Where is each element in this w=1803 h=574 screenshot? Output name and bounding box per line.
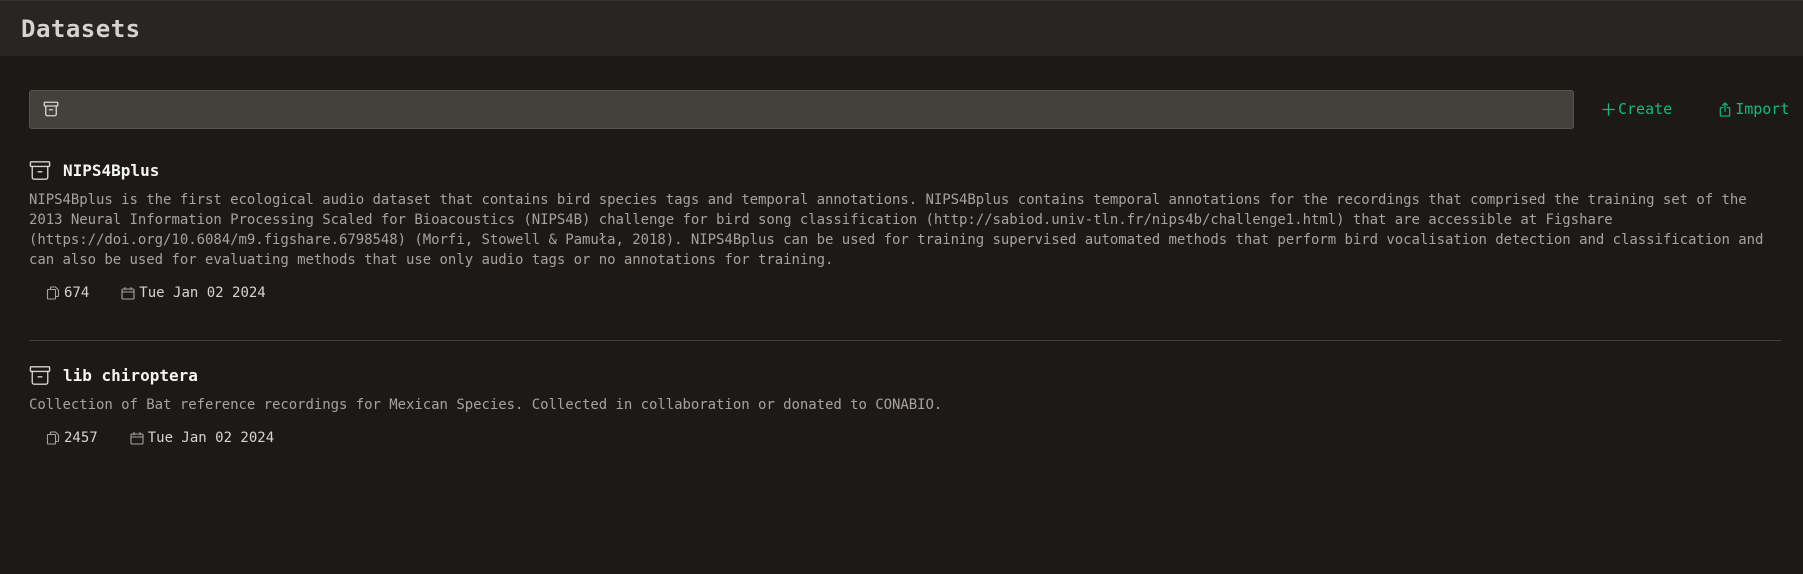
upload-icon (1718, 101, 1732, 117)
dataset-title-row: lib chiroptera (29, 365, 1780, 386)
copy-icon (46, 286, 60, 300)
toolbar: Create Import (29, 89, 1803, 129)
import-label: Import (1735, 100, 1790, 118)
dataset-meta: 674 Tue Jan 02 2024 (46, 285, 1780, 301)
page-header: Datasets (0, 0, 1803, 56)
archive-icon (29, 365, 51, 386)
calendar-icon (121, 286, 135, 300)
dataset-date-value: Tue Jan 02 2024 (147, 430, 275, 446)
dataset-description: NIPS4Bplus is the first ecological audio… (29, 192, 1764, 268)
archive-icon (42, 100, 60, 118)
dataset-title[interactable]: NIPS4Bplus (63, 161, 159, 180)
search-input[interactable] (68, 100, 1573, 118)
recording-count: 674 (46, 285, 89, 301)
recording-count-value: 674 (64, 285, 90, 301)
dataset-title[interactable]: lib chiroptera (63, 366, 198, 385)
create-label: Create (1618, 100, 1673, 118)
search-bar[interactable] (29, 89, 1574, 129)
plus-icon (1602, 102, 1615, 116)
calendar-icon (130, 431, 144, 445)
dataset-item: NIPS4Bplus NIPS4Bplus is the first ecolo… (29, 160, 1780, 301)
dataset-date-value: Tue Jan 02 2024 (139, 285, 266, 301)
recording-count: 2457 (46, 430, 98, 446)
dataset-date: Tue Jan 02 2024 (130, 430, 274, 446)
page-title: Datasets (21, 14, 141, 43)
dataset-date: Tue Jan 02 2024 (121, 285, 266, 301)
copy-icon (46, 431, 60, 445)
dataset-title-row: NIPS4Bplus (29, 160, 1780, 181)
dataset-item: lib chiroptera Collection of Bat referen… (29, 365, 1780, 446)
dataset-description: Collection of Bat reference recordings f… (29, 397, 943, 413)
recording-count-value: 2457 (64, 430, 98, 446)
dataset-meta: 2457 Tue Jan 02 2024 (46, 430, 1780, 446)
create-button[interactable]: Create (1602, 100, 1672, 118)
import-button[interactable]: Import (1718, 100, 1789, 118)
divider (29, 340, 1781, 341)
archive-icon (29, 160, 51, 181)
